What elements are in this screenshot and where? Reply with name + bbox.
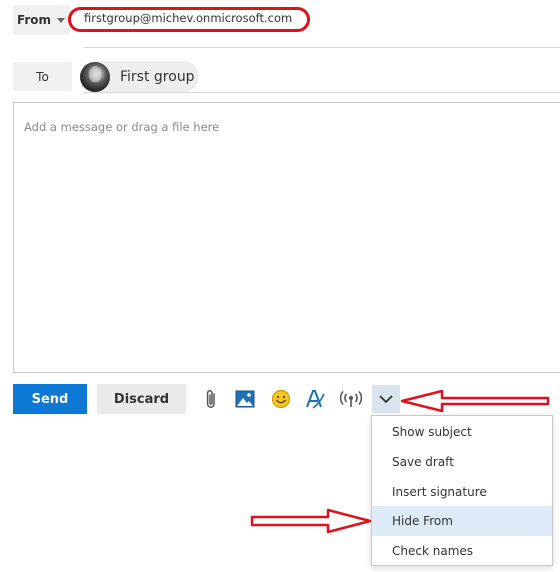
send-button[interactable]: Send (13, 384, 87, 414)
chevron-down-icon[interactable] (372, 385, 400, 413)
divider (84, 92, 560, 93)
from-label: From (16, 13, 52, 27)
to-label: To (36, 69, 49, 84)
broadcast-icon[interactable] (338, 386, 364, 412)
recipient-chip[interactable]: First group (80, 61, 199, 92)
paperclip-icon[interactable] (198, 386, 224, 412)
from-button[interactable]: From (13, 5, 69, 35)
divider (84, 47, 560, 48)
menu-item-show-subject[interactable]: Show subject (372, 417, 552, 447)
menu-item-check-names[interactable]: Check names (372, 536, 552, 566)
message-body[interactable] (13, 102, 560, 373)
annotation-arrow (400, 390, 550, 412)
caret-down-icon (57, 18, 66, 23)
menu-item-insert-signature[interactable]: Insert signature (372, 477, 552, 507)
emoji-icon[interactable] (268, 386, 294, 412)
more-options-menu: Show subject Save draft Insert signature… (371, 415, 553, 566)
message-placeholder: Add a message or drag a file here (24, 120, 220, 134)
to-button[interactable]: To (13, 62, 72, 91)
discard-button[interactable]: Discard (97, 384, 186, 414)
text-format-icon[interactable] (302, 386, 328, 412)
recipient-name: First group (120, 68, 195, 85)
menu-item-hide-from[interactable]: Hide From (372, 506, 552, 536)
menu-item-save-draft[interactable]: Save draft (372, 447, 552, 477)
image-icon[interactable] (232, 386, 258, 412)
annotation-arrow (250, 508, 372, 534)
avatar (80, 61, 110, 92)
annotation-oval (68, 7, 310, 32)
